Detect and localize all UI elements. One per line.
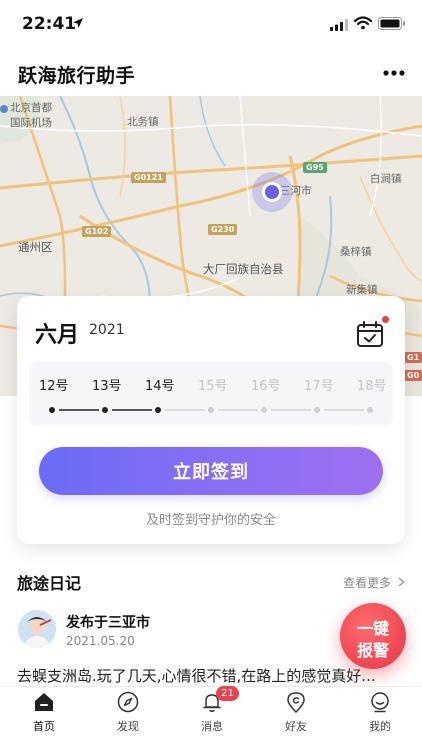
date-label: 14号 <box>145 379 175 394</box>
road-shield-g0: G0 <box>404 370 422 381</box>
date-label: 17号 <box>304 379 334 394</box>
avatar-image <box>18 610 56 648</box>
date-connector <box>271 409 311 411</box>
diary-location: 发布于三亚市 <box>66 615 150 631</box>
status-time: 22:41 <box>22 14 77 34</box>
sos-label-line1: 一键 <box>356 619 389 638</box>
map-label-sangzi: 桑梓镇 <box>340 246 372 258</box>
airport-icon <box>0 105 8 113</box>
map-label-tongzhou: 通州区 <box>18 240 53 254</box>
map-label-baijian: 白涧镇 <box>370 173 402 185</box>
date-strip: 12号 13号 14号 15号 16号 17号 18号 <box>29 362 393 426</box>
message-badge: 21 <box>216 686 239 701</box>
tab-home[interactable]: 首页 <box>2 687 86 751</box>
see-more-label: 查看更多 <box>343 576 392 590</box>
date-connector <box>324 409 364 411</box>
date-connector <box>112 409 152 411</box>
tab-friends-label: 好友 <box>285 720 307 733</box>
diary-text[interactable]: 去蜈支洲岛.玩了几天,心情很不错,在路上的感觉真好... <box>17 665 407 686</box>
app-header: 跃海旅行助手 <box>0 50 422 96</box>
friends-location-icon <box>287 692 305 713</box>
more-dots-icon[interactable] <box>380 62 408 84</box>
map-label-airport: 北京首都 国际机场 <box>10 100 52 130</box>
road-shield-g0121: G0121 <box>131 172 166 183</box>
avatar[interactable] <box>18 610 56 648</box>
date-connector <box>165 409 205 411</box>
date-connector <box>218 409 258 411</box>
diary-date: 2021.05.20 <box>66 634 135 648</box>
tab-profile-label: 我的 <box>369 720 391 733</box>
calendar-notification-dot <box>382 316 389 323</box>
location-arrow-icon <box>73 18 83 28</box>
date-label: 18号 <box>357 379 387 394</box>
home-icon <box>35 693 53 711</box>
road-shield-g1: G1 <box>404 352 422 363</box>
tab-messages-label: 消息 <box>201 720 223 733</box>
road-shield-g230: G230 <box>208 224 238 235</box>
road-shield-g102: G102 <box>82 226 112 237</box>
compass-icon <box>117 691 139 713</box>
battery-icon <box>378 17 405 30</box>
current-location-marker[interactable] <box>262 182 282 202</box>
tab-friends[interactable]: 好友 <box>254 687 338 751</box>
date-dot-pending <box>208 407 214 413</box>
road-shield-g95: G95 <box>303 162 327 173</box>
checkin-hint: 及时签到守护你的安全 <box>145 513 276 528</box>
date-dot-checked <box>49 407 55 413</box>
sos-label-line2: 报警 <box>356 641 389 660</box>
tab-home-label: 首页 <box>33 720 55 733</box>
checkin-year: 2021 <box>89 322 125 338</box>
date-dot-pending <box>314 407 320 413</box>
chevron-right-icon <box>398 577 405 587</box>
date-dot-pending <box>367 407 373 413</box>
date-label: 15号 <box>198 379 228 394</box>
map-label-dachang: 大厂回族自治县 <box>203 262 284 276</box>
date-connector <box>59 409 99 411</box>
sos-alarm-button[interactable]: 一键 报警 <box>340 603 406 669</box>
calendar-check-icon[interactable] <box>355 320 385 348</box>
checkin-card: 六月 2021 12号 13号 14号 15号 16号 17号 18号 立即签到… <box>17 296 405 544</box>
map-label-airport-line1: 北京首都 <box>10 102 52 114</box>
checkin-month: 六月 <box>35 323 80 348</box>
tab-bar: 首页 发现 21 消息 好友 我的 <box>0 686 422 751</box>
date-dot-checked <box>155 407 161 413</box>
see-more-link[interactable]: 查看更多 <box>343 574 405 591</box>
profile-icon <box>371 692 389 713</box>
diary-section-title: 旅途日记 <box>17 574 82 593</box>
map-label-airport-line2: 国际机场 <box>10 117 52 129</box>
app-title: 跃海旅行助手 <box>18 65 136 87</box>
map-label-xinji: 新集镇 <box>346 284 378 296</box>
signal-icon <box>330 19 348 31</box>
map-label-beiwu: 北务镇 <box>127 116 159 128</box>
date-dot-checked <box>102 407 108 413</box>
date-dot-pending <box>261 407 267 413</box>
checkin-button[interactable]: 立即签到 <box>39 447 383 495</box>
wifi-icon <box>354 16 372 30</box>
date-label: 16号 <box>251 379 281 394</box>
tab-discover[interactable]: 发现 <box>86 687 170 751</box>
status-bar: 22:41 <box>0 0 422 50</box>
tab-discover-label: 发现 <box>117 720 139 733</box>
date-label: 13号 <box>92 379 122 394</box>
date-label: 12号 <box>39 379 69 394</box>
tab-messages[interactable]: 21 消息 <box>170 686 254 751</box>
tab-profile[interactable]: 我的 <box>338 687 422 751</box>
